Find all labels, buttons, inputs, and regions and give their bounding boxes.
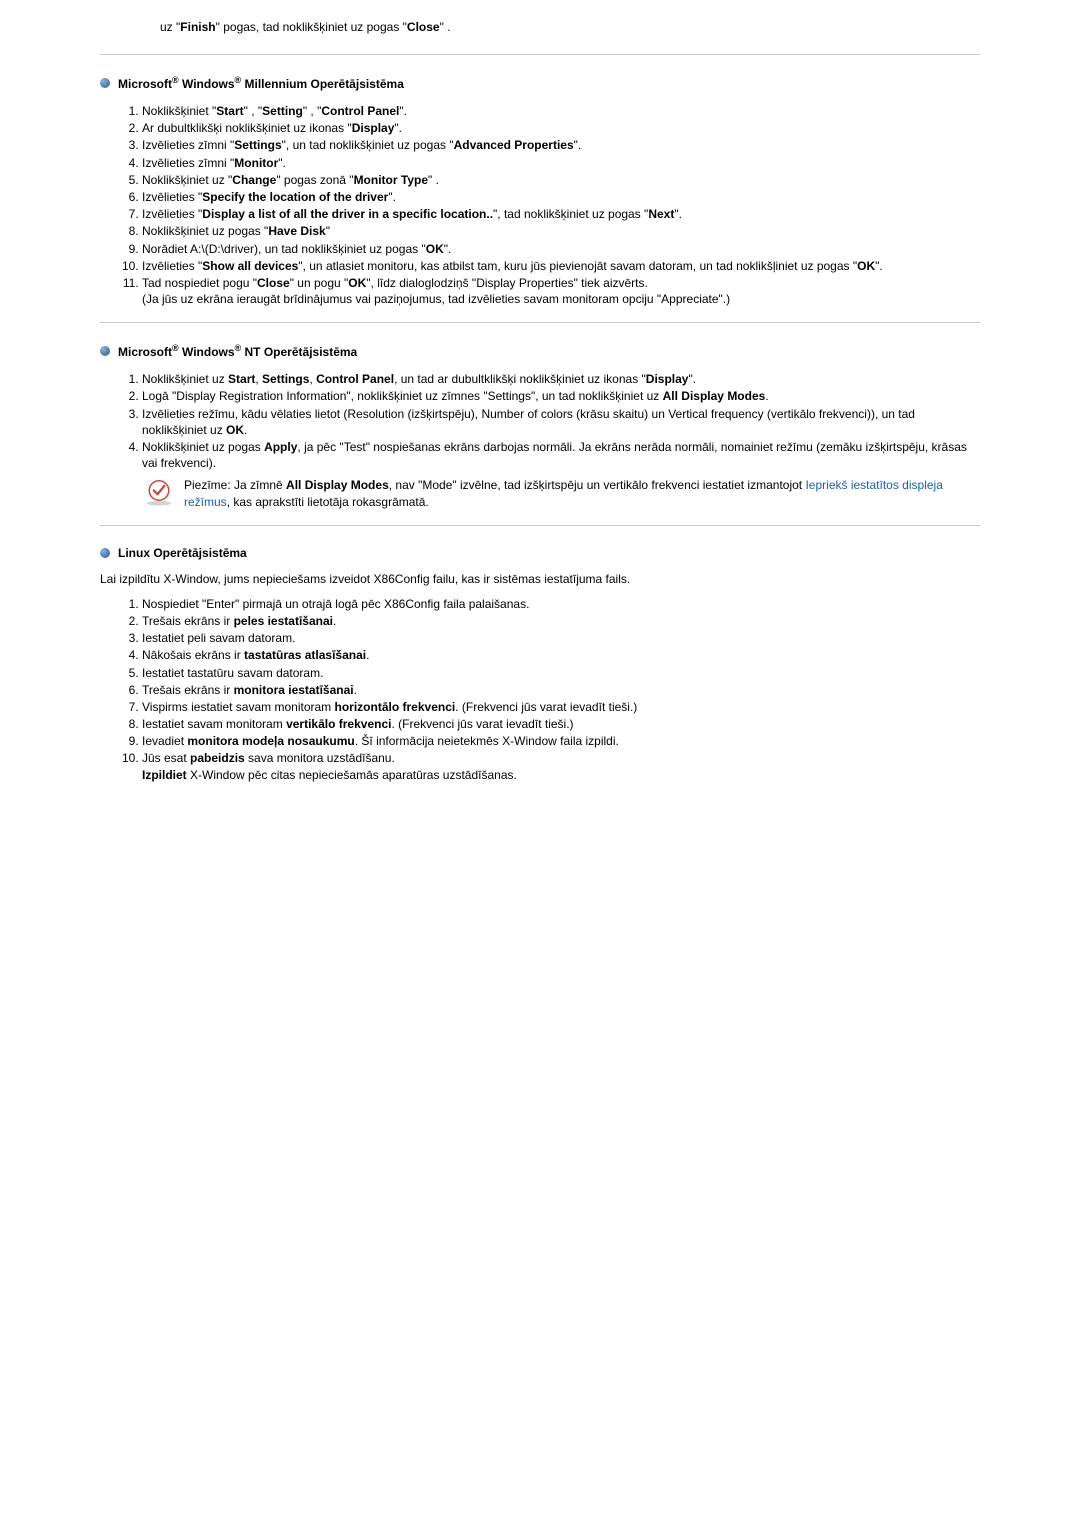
bullet-icon	[100, 548, 110, 558]
list-item: Trešais ekrāns ir monitora iestatīšanai.	[142, 682, 980, 698]
section-header-millennium: Microsoft® Windows® Millennium Operētājs…	[100, 75, 980, 91]
list-item: Trešais ekrāns ir peles iestatīšanai.	[142, 613, 980, 629]
millennium-list: Noklikšķiniet "Start" , "Setting" , "Con…	[120, 103, 980, 307]
list-item: Izvēlieties "Specify the location of the…	[142, 189, 980, 205]
divider	[100, 525, 980, 526]
list-item: Nākošais ekrāns ir tastatūras atlasīšana…	[142, 647, 980, 663]
list-item: Iestatiet peli savam datoram.	[142, 630, 980, 646]
section-title: Linux Operētājsistēma	[118, 546, 247, 560]
linux-intro-paragraph: Lai izpildītu X-Window, jums nepieciešam…	[100, 572, 980, 586]
list-item: Norādiet A:\(D:\driver), un tad noklikšķ…	[142, 241, 980, 257]
list-item: Noklikšķiniet "Start" , "Setting" , "Con…	[142, 103, 980, 119]
list-item: Izvēlieties "Show all devices", un atlas…	[142, 258, 980, 274]
section-title: Microsoft® Windows® Millennium Operētājs…	[118, 75, 404, 91]
list-item: Nospiediet "Enter" pirmajā un otrajā log…	[142, 596, 980, 612]
list-item: Noklikšķiniet uz pogas "Have Disk"	[142, 223, 980, 239]
list-item: Izvēlieties zīmni "Settings", un tad nok…	[142, 137, 980, 153]
list-item: Iestatiet savam monitoram vertikālo frek…	[142, 716, 980, 732]
note-text: Piezīme: Ja zīmnē All Display Modes, nav…	[184, 477, 980, 509]
list-item: Noklikšķiniet uz pogas Apply, ja pēc "Te…	[142, 439, 980, 471]
bullet-icon	[100, 78, 110, 88]
bullet-icon	[100, 346, 110, 356]
section-header-nt: Microsoft® Windows® NT Operētājsistēma	[100, 343, 980, 359]
list-item: Izvēlieties režīmu, kādu vēlaties lietot…	[142, 406, 980, 438]
list-item: Ievadiet monitora modeļa nosaukumu. Šī i…	[142, 733, 980, 749]
list-item: Ar dubultklikšķi noklikšķiniet uz ikonas…	[142, 120, 980, 136]
list-item: Iestatiet tastatūru savam datoram.	[142, 665, 980, 681]
list-item: Noklikšķiniet uz "Change" pogas zonā "Mo…	[142, 172, 980, 188]
section-title: Microsoft® Windows® NT Operētājsistēma	[118, 343, 357, 359]
list-item: Izvēlieties "Display a list of all the d…	[142, 206, 980, 222]
list-item: Vispirms iestatiet savam monitoram horiz…	[142, 699, 980, 715]
list-item: Izvēlieties zīmni "Monitor".	[142, 155, 980, 171]
list-item: Jūs esat pabeidzis sava monitora uzstādī…	[142, 750, 980, 782]
list-item: Logā "Display Registration Information",…	[142, 388, 980, 404]
intro-text: uz "Finish" pogas, tad noklikšķiniet uz …	[160, 20, 980, 34]
list-item: Tad nospiediet pogu "Close" un pogu "OK"…	[142, 275, 980, 307]
check-note-icon	[144, 477, 174, 507]
list-item: Noklikšķiniet uz Start, Settings, Contro…	[142, 371, 980, 387]
divider	[100, 54, 980, 55]
nt-list: Noklikšķiniet uz Start, Settings, Contro…	[120, 371, 980, 471]
linux-list: Nospiediet "Enter" pirmajā un otrajā log…	[120, 596, 980, 783]
section-header-linux: Linux Operētājsistēma	[100, 546, 980, 560]
note-block: Piezīme: Ja zīmnē All Display Modes, nav…	[144, 477, 980, 509]
divider	[100, 322, 980, 323]
